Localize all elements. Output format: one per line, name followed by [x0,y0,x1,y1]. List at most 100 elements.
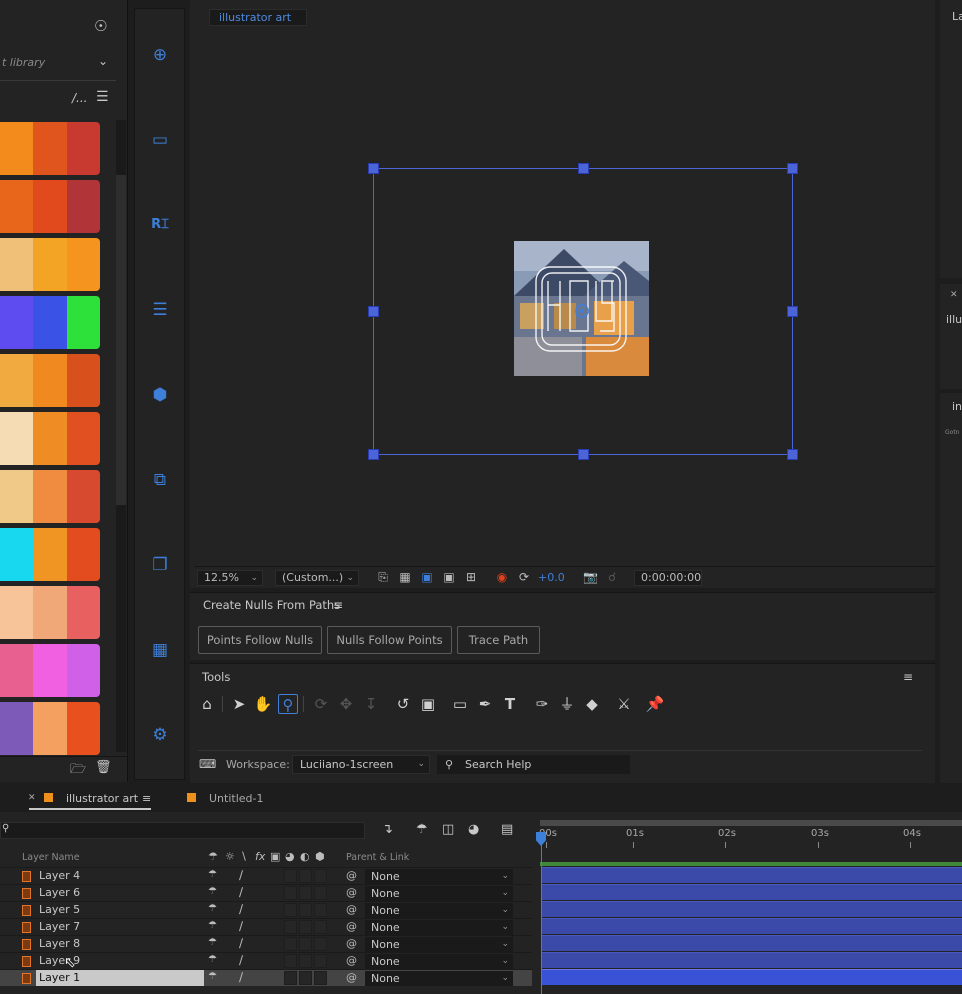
grid-guides-icon[interactable]: ⊞ [464,570,478,584]
switch-cell[interactable] [299,971,312,985]
color-swatch[interactable] [66,470,100,523]
clone-stamp-tool-icon[interactable]: ⏚ [557,694,577,714]
transform-handle[interactable] [787,449,798,460]
zoom-dropdown[interactable]: 12.5% ⌄ [197,570,263,586]
color-swatch[interactable] [33,122,67,175]
color-channels-icon[interactable]: ◉ [495,570,509,584]
switch-cell[interactable] [299,903,312,917]
panel-menu-icon[interactable]: ≡ [142,792,151,805]
pan-tool-icon[interactable]: ✥ [336,694,356,714]
points-follow-nulls-button[interactable]: Points Follow Nulls [198,626,322,654]
switch-cell[interactable] [284,971,297,985]
user-add-icon[interactable]: ☉ [94,17,107,35]
workspace-dropdown[interactable]: Luciiano-1screen ⌄ [292,755,430,774]
layer-row[interactable]: Layer 6 ☂ ∕ @ None ⌄ [0,884,532,901]
color-swatch[interactable] [33,296,67,349]
folder-icon[interactable]: 🗁 [70,760,86,782]
trash-icon[interactable]: 🗑 [95,760,112,775]
camera-snapshot-icon[interactable]: 📷 [583,570,598,584]
library-dropdown[interactable]: t library [2,56,45,69]
color-swatch[interactable] [66,586,100,639]
color-swatch[interactable] [33,586,67,639]
parent-dropdown[interactable]: None ⌄ [365,903,513,918]
close-icon[interactable]: ✕ [950,290,958,300]
house-photo-layer[interactable] [514,241,649,376]
switch-cell[interactable] [314,971,327,985]
timeline-tab-illustrator-art[interactable]: illustrator art [66,792,138,805]
layer-row[interactable]: Layer 4 ☂ ∕ @ None ⌄ [0,867,532,884]
layer-search-input[interactable]: ⚲ [0,822,365,839]
parent-dropdown[interactable]: None ⌄ [365,920,513,935]
quality-switch-icon[interactable]: ∕ [239,885,243,899]
trace-path-button[interactable]: Trace Path [457,626,540,654]
transform-handle[interactable] [787,306,798,317]
color-swatch[interactable] [0,354,34,407]
snapshot-fast-preview-icon[interactable]: ⎘ [376,570,390,584]
close-icon[interactable]: ✕ [28,793,36,803]
layer-name-header[interactable]: Layer Name [22,852,80,863]
nulls-follow-points-button[interactable]: Nulls Follow Points [327,626,452,654]
rotation-tool-icon[interactable]: ↺ [393,694,413,714]
color-swatch-row[interactable] [0,644,100,697]
color-swatch[interactable] [33,354,67,407]
chevron-down-icon[interactable]: ⌄ [98,54,108,68]
reset-exposure-icon[interactable]: ⟳ [517,570,531,584]
viewer-tab[interactable]: illustrator art [209,9,307,26]
timecode-display[interactable]: 0:00:00:00 [634,570,702,586]
color-swatch[interactable] [0,412,34,465]
pick-whip-icon[interactable]: @ [346,971,357,984]
shy-switch-icon[interactable]: ☂ [208,869,217,880]
show-snapshot-icon[interactable]: ☌ [605,570,619,584]
pick-whip-icon[interactable]: @ [346,937,357,950]
layer-duration-bar[interactable] [541,867,962,883]
eraser-tool-icon[interactable]: ◆ [582,694,602,714]
color-swatch[interactable] [33,644,67,697]
layer-duration-bar[interactable] [541,935,962,951]
layer-duration-bar[interactable] [541,969,962,985]
shy-switch-icon[interactable]: ☂ [208,954,217,965]
color-swatch[interactable] [0,528,34,581]
color-swatch[interactable] [66,180,100,233]
color-swatch[interactable] [33,470,67,523]
grid-add-icon[interactable]: ▦ [149,639,171,661]
parent-dropdown[interactable]: None ⌄ [365,971,513,986]
color-swatch-row[interactable] [0,586,100,639]
selection-tool-icon[interactable]: ➤ [229,694,249,714]
search-help-input[interactable]: ⚲ Search Help [437,755,630,774]
timeline-tab-untitled-1[interactable]: Untitled-1 [209,792,263,805]
quality-switch-icon[interactable]: ∕ [239,953,243,967]
color-swatch[interactable] [0,180,34,233]
parent-dropdown[interactable]: None ⌄ [365,886,513,901]
switch-cell[interactable] [299,920,312,934]
layer-row[interactable]: Layer 5 ☂ ∕ @ None ⌄ [0,901,532,918]
layer-duration-bar[interactable] [541,952,962,968]
list-view-icon[interactable]: ☰ [96,89,109,105]
shy-layers-icon[interactable]: ☂ [416,822,428,837]
layer-duration-bar[interactable] [541,918,962,934]
pick-whip-icon[interactable]: @ [346,869,357,882]
switch-cell[interactable] [299,869,312,883]
orbit-tool-icon[interactable]: ⟳ [311,694,331,714]
shy-switch-icon[interactable]: ☂ [208,937,217,948]
sort-button[interactable]: /... [72,91,88,105]
color-swatch-row[interactable] [0,470,100,523]
color-swatch[interactable] [66,354,100,407]
layer-row[interactable]: Layer 8 ☂ ∕ @ None ⌄ [0,935,532,952]
color-swatch[interactable] [66,412,100,465]
panel-menu-icon[interactable]: ≡ [333,598,343,612]
color-swatch[interactable] [66,122,100,175]
switch-cell[interactable] [284,886,297,900]
color-swatch-row[interactable] [0,296,100,349]
switch-cell[interactable] [314,869,327,883]
hand-tool-icon[interactable]: ✋ [253,694,273,714]
color-swatch-row[interactable] [0,412,100,465]
layer-name[interactable]: Layer 6 [39,886,80,899]
pick-whip-icon[interactable]: @ [346,954,357,967]
pan-behind-tool-icon[interactable]: ▣ [418,694,438,714]
switch-cell[interactable] [284,954,297,968]
work-area-bar[interactable] [540,820,962,826]
parent-dropdown[interactable]: None ⌄ [365,937,513,952]
color-swatch-row[interactable] [0,180,100,233]
transform-handle[interactable] [578,449,589,460]
shy-switch-icon[interactable]: ☂ [208,886,217,897]
